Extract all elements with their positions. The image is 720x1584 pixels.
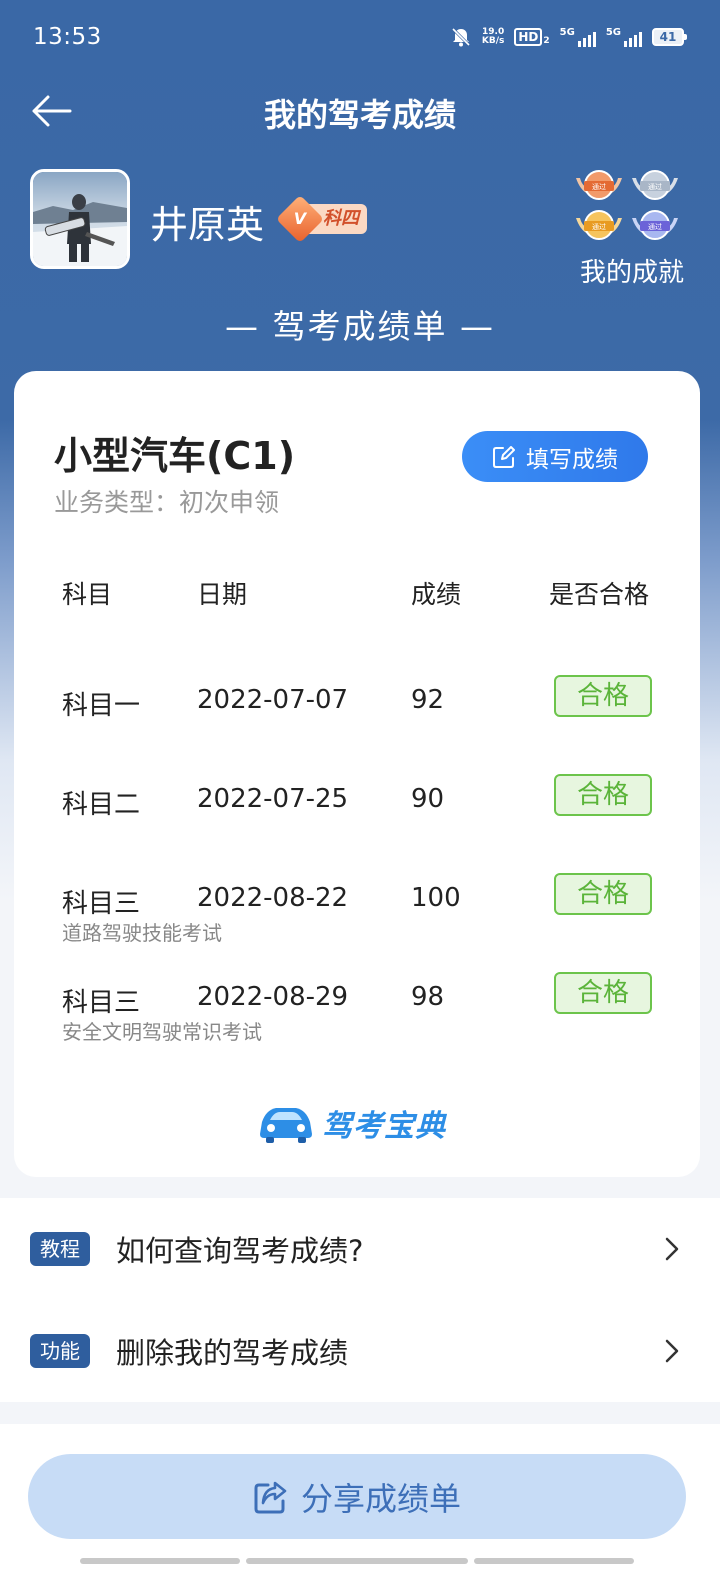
pass-badge: 合格 xyxy=(554,675,652,717)
fill-score-button[interactable]: 填写成绩 xyxy=(462,431,648,482)
chevron-right-icon xyxy=(665,1339,679,1363)
vehicle-type: 小型汽车(C1) xyxy=(54,434,296,478)
bottom-bar: 分享成绩单 xyxy=(0,1424,720,1584)
header-pass: 是否合格 xyxy=(549,580,650,609)
page-title: 我的驾考成绩 xyxy=(263,96,456,134)
row-subject: 科目三 xyxy=(62,988,141,1018)
car-logo-icon xyxy=(260,1108,312,1143)
chevron-right-icon xyxy=(665,1237,679,1261)
link-text: 删除我的驾考成绩 xyxy=(116,1336,349,1370)
header-subject: 科目 xyxy=(62,580,113,609)
table-row: 科目三 2022-08-22 100 合格 道路驾驶技能考试 xyxy=(14,873,700,963)
medal-text: 通过 xyxy=(648,182,662,191)
status-bar: 13:53 19.0 KB/s HD 2 5G 5G 41 xyxy=(0,0,720,76)
nav-bar-segment xyxy=(474,1558,634,1564)
table-row: 科目一 2022-07-07 92 合格 xyxy=(14,675,700,765)
header-date: 日期 xyxy=(197,580,248,609)
row-subject: 科目二 xyxy=(62,790,141,820)
row-date: 2022-08-22 xyxy=(197,883,349,913)
signal-1-label: 5G xyxy=(559,27,575,38)
net-speed-unit: KB/s xyxy=(481,36,505,46)
brand-name: 驾考宝典 xyxy=(322,1109,446,1144)
table-row: 科目二 2022-07-25 90 合格 xyxy=(14,774,700,864)
row-date: 2022-07-07 xyxy=(197,685,349,715)
link-text: 如何查询驾考成绩? xyxy=(116,1234,364,1268)
battery-icon: 41 xyxy=(652,28,687,46)
vip-letter: V xyxy=(293,209,307,228)
help-links: 教程 如何查询驾考成绩? 功能 删除我的驾考成绩 xyxy=(0,1198,720,1402)
achievements-label: 我的成就 xyxy=(579,258,684,288)
row-subject: 科目一 xyxy=(62,691,141,721)
hd-indicator: HD 2 xyxy=(514,28,550,46)
share-button[interactable]: 分享成绩单 xyxy=(28,1454,686,1539)
link-query-score[interactable]: 教程 如何查询驾考成绩? xyxy=(0,1198,720,1300)
medal-text: 通过 xyxy=(592,182,606,191)
row-date: 2022-08-29 xyxy=(197,982,349,1012)
row-score: 92 xyxy=(411,685,445,715)
medal-silver-icon: 通过 xyxy=(630,168,680,204)
row-score: 100 xyxy=(411,883,461,913)
avatar-image xyxy=(33,172,127,266)
row-score: 98 xyxy=(411,982,445,1012)
pass-badge: 合格 xyxy=(554,774,652,816)
share-label: 分享成绩单 xyxy=(300,1479,461,1518)
medal-text: 通过 xyxy=(648,222,662,231)
hd-sub: 2 xyxy=(543,36,550,46)
business-type: 业务类型：初次申领 xyxy=(54,488,280,517)
medal-diamond-icon: 通过 xyxy=(630,208,680,244)
table-header: 科目 日期 成绩 是否合格 xyxy=(14,575,700,615)
net-speed-indicator: 19.0 KB/s xyxy=(482,28,504,46)
username: 井原英 xyxy=(150,203,265,247)
pass-badge: 合格 xyxy=(554,972,652,1014)
vip-diamond-icon: V xyxy=(275,194,325,244)
medal-grid: 通过 通过 通过 通过 xyxy=(570,168,680,244)
pass-badge: 合格 xyxy=(554,873,652,915)
score-card: 小型汽车(C1) 业务类型：初次申领 填写成绩 科目 日期 成绩 是否合格 科目… xyxy=(14,371,700,1177)
signal-2-icon: 5G xyxy=(606,27,642,47)
share-icon xyxy=(254,1481,287,1513)
mute-bell-icon xyxy=(451,27,470,47)
edit-icon xyxy=(493,445,515,468)
table-row: 科目三 2022-08-29 98 合格 安全文明驾驶常识考试 xyxy=(14,972,700,1062)
row-score: 90 xyxy=(411,784,445,814)
brand-logo: 驾考宝典 xyxy=(256,1101,446,1145)
row-note: 道路驾驶技能考试 xyxy=(62,921,222,945)
link-tag: 教程 xyxy=(30,1232,90,1266)
hd-label: HD xyxy=(514,28,543,46)
app-header: 我的驾考成绩 xyxy=(0,76,720,146)
medal-bronze-icon: 通过 xyxy=(574,168,624,204)
header-score: 成绩 xyxy=(411,580,462,609)
fill-score-label: 填写成绩 xyxy=(526,446,618,473)
avatar[interactable] xyxy=(30,169,130,269)
row-date: 2022-07-25 xyxy=(197,784,349,814)
medal-text: 通过 xyxy=(592,222,606,231)
nav-bar-segment xyxy=(80,1558,240,1564)
status-icons: 19.0 KB/s HD 2 5G 5G 41 xyxy=(450,26,687,48)
signal-2-label: 5G xyxy=(605,27,621,38)
my-achievements[interactable]: 通过 通过 通过 通过 我的成就 xyxy=(570,168,684,289)
link-delete-score[interactable]: 功能 删除我的驾考成绩 xyxy=(0,1300,720,1402)
row-note: 安全文明驾驶常识考试 xyxy=(62,1020,262,1044)
status-time: 13:53 xyxy=(33,24,102,50)
signal-1-icon: 5G xyxy=(560,27,596,47)
score-sheet-title: — 驾考成绩单 — xyxy=(225,307,495,346)
battery-level: 41 xyxy=(659,30,677,44)
medal-gold-icon: 通过 xyxy=(574,208,624,244)
row-subject: 科目三 xyxy=(62,889,141,919)
nav-bar-segment xyxy=(246,1558,468,1564)
level-badge: V 科四 xyxy=(275,194,367,244)
link-tag: 功能 xyxy=(30,1334,90,1368)
